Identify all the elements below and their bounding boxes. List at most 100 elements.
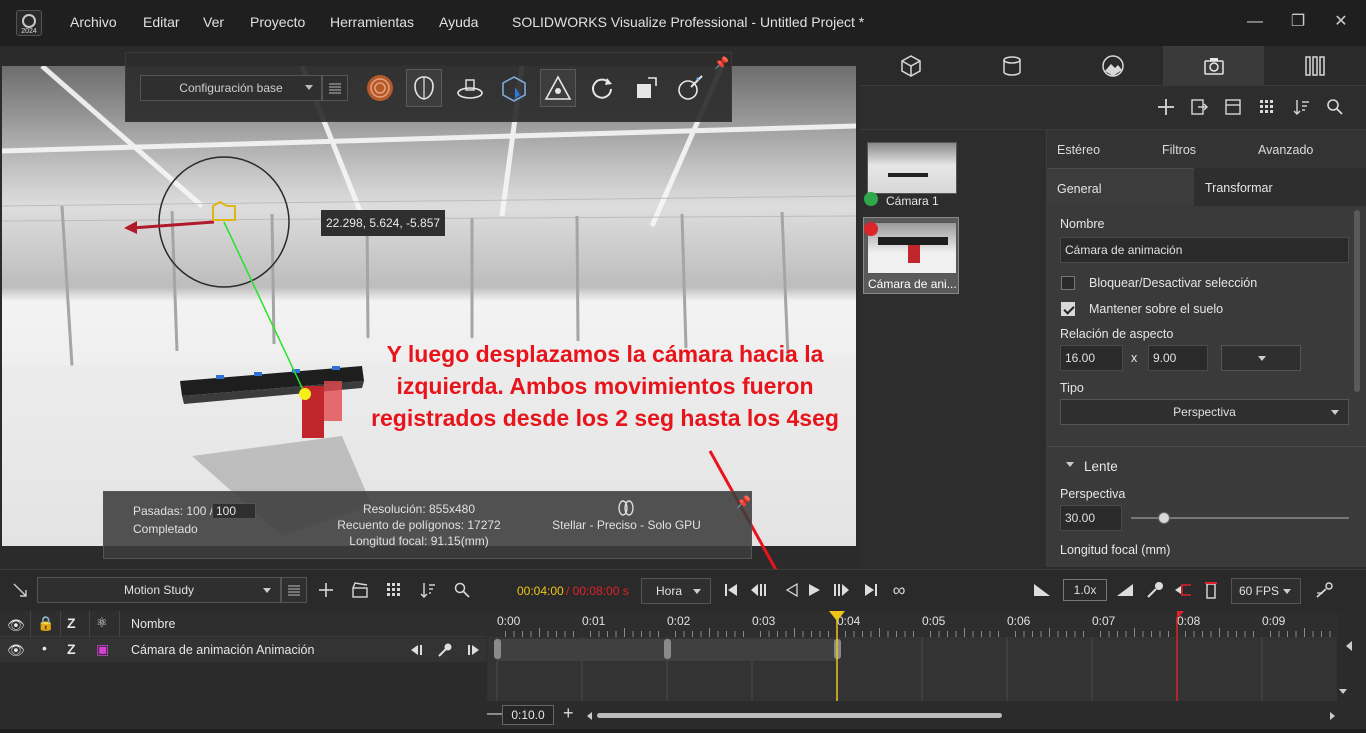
tab-transformar[interactable]: Transformar [1194, 168, 1366, 206]
pin-icon[interactable]: 📌 [736, 495, 751, 509]
lock-icon[interactable]: 🔒 [37, 615, 54, 632]
app-logo[interactable]: 2024 [16, 10, 42, 36]
menu-herramientas[interactable]: Herramientas [330, 14, 414, 30]
add-study-button[interactable] [316, 580, 336, 600]
horizontal-scrollbar-thumb[interactable] [597, 713, 1002, 718]
sort-tracks-button[interactable] [418, 580, 438, 600]
object-type-icon[interactable]: ⚛ [96, 615, 108, 631]
properties-scrollbar[interactable] [1354, 210, 1360, 392]
camera-item-2[interactable]: Cámara de ani... [863, 217, 959, 294]
scroll-left-icon[interactable] [587, 712, 592, 720]
tab-filtros[interactable]: Filtros [1162, 143, 1196, 157]
menu-ver[interactable]: Ver [203, 14, 224, 30]
export-button[interactable] [1188, 96, 1210, 118]
menu-archivo[interactable]: Archivo [70, 14, 117, 30]
add-keyframe-button[interactable] [436, 642, 454, 658]
scroll-left-icon[interactable] [1346, 641, 1352, 651]
tipo-select-value: Perspectiva [1173, 405, 1236, 419]
grid-options-button[interactable] [384, 580, 404, 600]
zoom-in-button[interactable]: + [563, 703, 574, 724]
zoom-out-button[interactable]: — [487, 705, 503, 723]
tab-general[interactable]: General [1047, 168, 1194, 206]
motion-icon[interactable]: Z [67, 641, 76, 657]
menu-ayuda[interactable]: Ayuda [439, 14, 478, 30]
scale-tool-button[interactable] [628, 69, 664, 107]
sort-button[interactable] [1290, 96, 1312, 118]
effects-tool-button[interactable] [672, 69, 708, 107]
aspect-height-input[interactable]: 9.00 [1148, 345, 1208, 371]
turntable-tool-button[interactable] [452, 69, 488, 107]
tab-avanzado[interactable]: Avanzado [1258, 143, 1313, 157]
minimize-button[interactable]: — [1245, 12, 1265, 32]
motion-icon[interactable]: Z [67, 615, 76, 631]
menu-editar[interactable]: Editar [143, 14, 180, 30]
restore-button[interactable]: ❐ [1288, 12, 1308, 32]
perspectiva-slider-thumb[interactable] [1157, 512, 1170, 524]
tab-cameras[interactable] [1163, 46, 1264, 86]
nombre-input[interactable]: Cámara de animación [1060, 237, 1349, 263]
tab-estereo[interactable]: Estéreo [1057, 143, 1100, 157]
next-keyframe-button[interactable] [464, 642, 482, 658]
transform-tool-button[interactable] [540, 69, 576, 107]
clapperboard-button[interactable] [350, 580, 370, 600]
pin-icon[interactable]: 📌 [714, 56, 729, 70]
smart-tool-button[interactable] [406, 69, 442, 107]
go-to-end-button[interactable] [862, 581, 880, 599]
timeline-settings-button[interactable] [1314, 579, 1336, 601]
end-marker-button[interactable] [1200, 579, 1222, 601]
close-button[interactable]: ✕ [1331, 12, 1351, 32]
ease-in-button[interactable] [1032, 581, 1052, 599]
passes-input[interactable]: 100 [212, 503, 256, 519]
scroll-right-icon[interactable] [1330, 712, 1335, 720]
go-to-start-button[interactable] [722, 581, 740, 599]
material-tool-button[interactable] [362, 69, 398, 107]
time-unit-select[interactable]: Hora [641, 578, 711, 604]
timeline-tracks[interactable]: 0:00 0:01 0:02 0:03 0:04 0:05 0:06 0:07 … [487, 611, 1337, 701]
fps-select[interactable]: 60 FPS [1231, 578, 1301, 604]
focal-length-text: Longitud focal: 91.15(mm) [349, 534, 489, 548]
aspect-width-input[interactable]: 16.00 [1060, 345, 1123, 371]
ground-checkbox[interactable] [1061, 302, 1075, 316]
configuration-list-button[interactable] [322, 75, 348, 101]
grid-view-button[interactable] [1256, 96, 1278, 118]
keyframe-button[interactable] [1145, 580, 1165, 600]
timeline-vertical-scroll[interactable] [1337, 611, 1366, 701]
lente-section-label[interactable]: Lente [1084, 459, 1118, 474]
collapse-arrow-icon[interactable] [1066, 462, 1074, 467]
select-tool-button[interactable] [496, 69, 532, 107]
dot-icon[interactable]: • [42, 640, 47, 656]
tab-appearances[interactable] [961, 46, 1062, 86]
menu-proyecto[interactable]: Proyecto [250, 14, 305, 30]
ease-out-button[interactable] [1115, 581, 1135, 599]
tab-models[interactable] [860, 46, 961, 86]
track-row[interactable]: 👁 • Z ▣ Cámara de animación Animación [0, 638, 486, 662]
scroll-down-icon[interactable] [1339, 689, 1347, 694]
perspectiva-input[interactable]: 30.00 [1060, 505, 1122, 531]
tab-scenes[interactable] [1062, 46, 1163, 86]
motion-study-select[interactable]: Motion Study [37, 577, 281, 603]
step-forward-button[interactable] [832, 581, 850, 599]
refresh-button[interactable] [584, 69, 620, 107]
lock-checkbox[interactable] [1061, 276, 1075, 290]
view-layout-button[interactable] [1222, 96, 1244, 118]
prev-marker-button[interactable] [1172, 580, 1194, 600]
prev-keyframe-button[interactable] [408, 642, 426, 658]
collapse-timeline-button[interactable] [10, 580, 30, 600]
visibility-icon[interactable]: 👁 [7, 617, 25, 634]
zoom-input[interactable]: 0:10.0 [502, 705, 554, 725]
aspect-preset-select[interactable] [1221, 345, 1301, 371]
speed-input[interactable]: 1.0x [1063, 579, 1107, 601]
search-button[interactable] [1324, 96, 1346, 118]
study-list-button[interactable] [281, 577, 307, 603]
camera-item-1[interactable]: Cámara 1 [864, 140, 960, 212]
tipo-select[interactable]: Perspectiva [1060, 399, 1349, 425]
play-reverse-button[interactable] [782, 581, 800, 599]
tab-libraries[interactable] [1264, 46, 1365, 86]
play-button[interactable] [806, 581, 824, 599]
visibility-icon[interactable]: 👁 [7, 642, 25, 659]
search-tracks-button[interactable] [452, 580, 472, 600]
add-camera-button[interactable] [1155, 96, 1177, 118]
step-back-button[interactable] [750, 581, 768, 599]
configuration-select[interactable]: Configuración base [140, 75, 322, 101]
loop-button[interactable]: ∞ [888, 580, 910, 600]
